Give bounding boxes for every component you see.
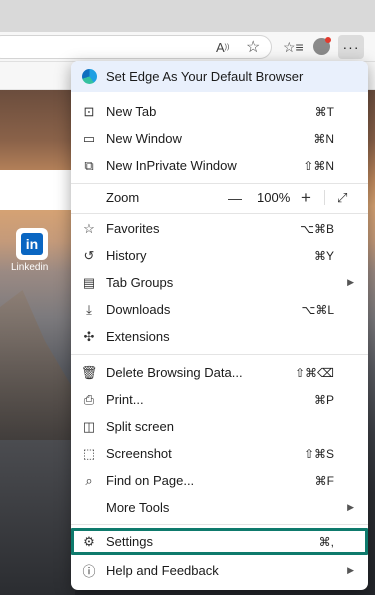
- favorites-list-icon[interactable]: ☆≡: [283, 36, 304, 58]
- menu-item-shortcut: ⌥⌘B: [300, 221, 334, 236]
- menu-item-shortcut: ⇧⌘⌫: [294, 365, 334, 380]
- linkedin-icon: in: [21, 233, 43, 255]
- browser-toolbar: A)) ☆ ☆≡ ···: [0, 32, 375, 62]
- menu-item-label: Screenshot: [106, 446, 172, 461]
- menu-item-label: Settings: [106, 534, 153, 549]
- read-aloud-icon[interactable]: A)): [216, 36, 229, 58]
- more-button[interactable]: ···: [338, 35, 364, 59]
- menu-item-shortcut: ⌘F: [314, 473, 334, 488]
- split-screen-icon: ◫: [82, 418, 96, 434]
- new-window-icon: ▭: [82, 130, 96, 146]
- tab-groups-icon: ▤: [82, 274, 96, 290]
- edge-logo-icon: [81, 69, 97, 85]
- favorite-star-icon[interactable]: ☆: [246, 36, 260, 58]
- menu-item-print[interactable]: ⎙ Print... ⌘P: [71, 386, 368, 413]
- more-menu: Set Edge As Your Default Browser ⊡ New T…: [71, 61, 368, 590]
- menu-item-help[interactable]: ⓘ Help and Feedback ▶: [71, 557, 368, 584]
- zoom-in-button[interactable]: +: [301, 188, 311, 208]
- menu-item-new-window[interactable]: ▭ New Window ⌘N: [71, 125, 368, 152]
- menu-divider: [71, 524, 368, 525]
- print-icon: ⎙: [83, 391, 95, 407]
- menu-item-shortcut: ⌘Y: [313, 248, 334, 263]
- menu-item-favorites[interactable]: ☆ Favorites ⌥⌘B: [71, 215, 368, 242]
- download-icon: ⤓: [86, 301, 92, 317]
- address-bar[interactable]: [0, 35, 272, 59]
- menu-item-shortcut: ⌘P: [313, 392, 334, 407]
- menu-item-label: Split screen: [106, 419, 174, 434]
- menu-item-label: New Window: [106, 131, 182, 146]
- menu-item-label: Delete Browsing Data...: [106, 365, 243, 380]
- menu-item-split-screen[interactable]: ◫ Split screen: [71, 413, 368, 440]
- menu-item-label: Help and Feedback: [106, 563, 219, 578]
- menu-divider: [71, 354, 368, 355]
- menu-item-shortcut: ⌘,: [318, 534, 334, 549]
- linkedin-tile[interactable]: in: [16, 228, 48, 260]
- new-tab-icon: ⊡: [83, 103, 95, 119]
- menu-item-shortcut: ⌘N: [313, 131, 334, 146]
- chevron-right-icon: ▶: [347, 277, 354, 287]
- menu-item-label: Favorites: [106, 221, 160, 236]
- menu-item-extensions[interactable]: ✣ Extensions: [71, 323, 368, 350]
- menu-item-label: Print...: [106, 392, 144, 407]
- menu-item-tab-groups[interactable]: ▤ Tab Groups ▶: [71, 269, 368, 296]
- linkedin-label: Linkedin: [11, 262, 49, 273]
- menu-item-label: Downloads: [106, 302, 171, 317]
- menu-item-shortcut: ⇧⌘N: [303, 158, 334, 173]
- find-icon: ⌕: [85, 472, 93, 488]
- menu-item-settings[interactable]: ⚙ Settings ⌘,: [71, 528, 368, 555]
- help-icon: ⓘ: [82, 564, 96, 579]
- menu-item-new-tab[interactable]: ⊡ New Tab ⌘T: [71, 98, 368, 125]
- favorites-icon: ☆: [83, 220, 95, 236]
- menu-item-label: Set Edge As Your Default Browser: [106, 69, 304, 84]
- menu-item-shortcut: ⇧⌘S: [303, 446, 334, 461]
- page-panel: [0, 170, 72, 210]
- menu-item-label: More Tools: [106, 500, 170, 515]
- menu-item-more-tools[interactable]: More Tools ▶: [71, 494, 368, 521]
- lake-image: [0, 440, 75, 595]
- zoom-level: 100%: [257, 190, 291, 205]
- menu-item-zoom: Zoom — 100% + ⤢: [71, 184, 368, 211]
- puzzle-icon: ✣: [83, 328, 95, 344]
- menu-item-label: Zoom: [106, 190, 140, 205]
- trash-icon: 🗑︎: [80, 364, 98, 380]
- menu-item-label: New InPrivate Window: [106, 158, 237, 173]
- history-icon: ↺: [83, 247, 95, 263]
- zoom-divider: [324, 190, 325, 205]
- menu-item-history[interactable]: ↺ History ⌘Y: [71, 242, 368, 269]
- menu-item-delete-data[interactable]: 🗑︎ Delete Browsing Data... ⇧⌘⌫: [71, 359, 368, 386]
- screenshot-icon: ⬚: [82, 445, 96, 461]
- menu-item-downloads[interactable]: ⤓ Downloads ⌥⌘L: [71, 296, 368, 323]
- zoom-out-button[interactable]: —: [228, 190, 242, 206]
- inprivate-icon: ⧉: [84, 157, 94, 173]
- menu-item-label: Find on Page...: [106, 473, 195, 488]
- menu-item-label: History: [106, 248, 147, 263]
- menu-divider: [71, 213, 368, 214]
- menu-item-shortcut: ⌥⌘L: [301, 302, 334, 317]
- menu-item-shortcut: ⌘T: [314, 104, 334, 119]
- menu-item-new-inprivate[interactable]: ⧉ New InPrivate Window ⇧⌘N: [71, 152, 368, 179]
- menu-item-find[interactable]: ⌕ Find on Page... ⌘F: [71, 467, 368, 494]
- chevron-right-icon: ▶: [347, 502, 354, 512]
- chevron-right-icon: ▶: [347, 565, 354, 575]
- menu-item-label: Tab Groups: [106, 275, 174, 290]
- fullscreen-icon[interactable]: ⤢: [337, 190, 347, 206]
- title-bar: [0, 0, 375, 32]
- gear-icon: ⚙: [83, 533, 95, 549]
- notification-dot: [325, 37, 331, 43]
- menu-item-screenshot[interactable]: ⬚ Screenshot ⇧⌘S: [71, 440, 368, 467]
- menu-item-label: New Tab: [106, 104, 157, 119]
- menu-item-label: Extensions: [106, 329, 170, 344]
- menu-item-set-default[interactable]: Set Edge As Your Default Browser: [71, 61, 368, 92]
